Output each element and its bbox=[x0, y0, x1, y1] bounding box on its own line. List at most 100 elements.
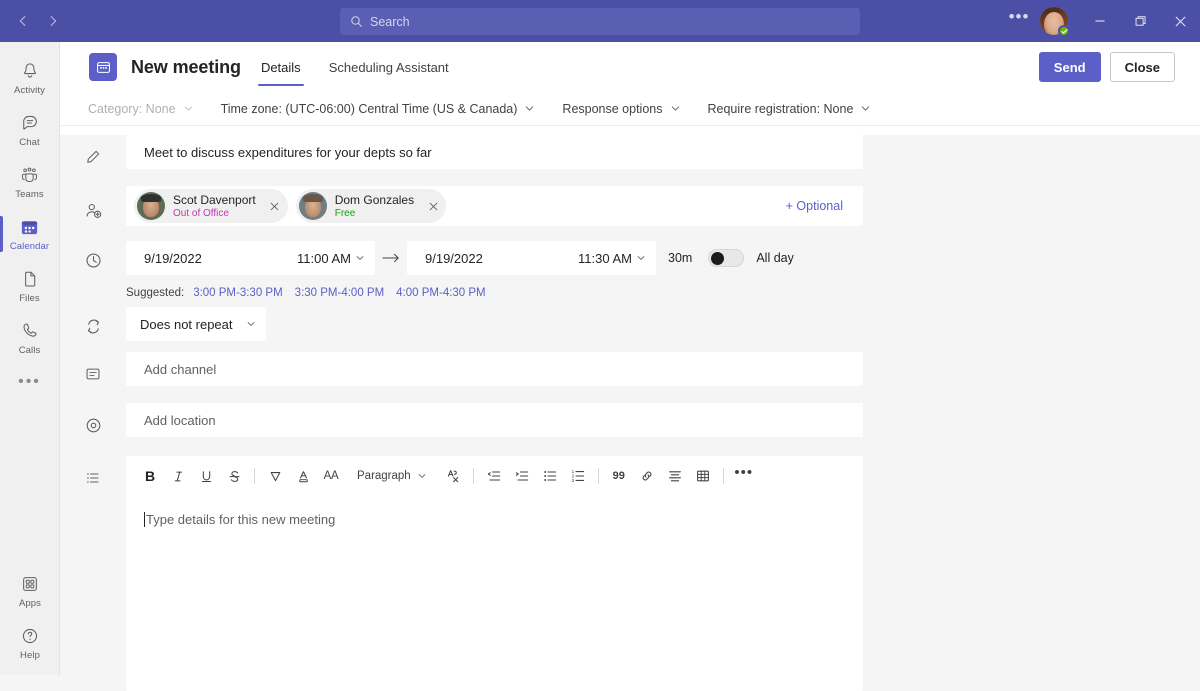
settings-more-icon[interactable]: ••• bbox=[1004, 6, 1034, 36]
sidebar-item-files[interactable]: Files bbox=[0, 260, 59, 312]
chevron-left-icon bbox=[19, 16, 26, 26]
send-button[interactable]: Send bbox=[1038, 52, 1101, 82]
start-date-input[interactable]: 9/19/2022 bbox=[126, 241, 283, 275]
sidebar-item-teams[interactable]: Teams bbox=[0, 156, 59, 208]
repeat-value: Does not repeat bbox=[140, 316, 233, 332]
datetime-controls: 9/19/2022 11:00 AM 9/19/2022 11:30 AM 30… bbox=[126, 241, 863, 275]
increase-indent-icon[interactable] bbox=[508, 462, 536, 490]
sidebar-label-calendar: Calendar bbox=[9, 241, 50, 252]
suggested-slot[interactable]: 4:00 PM-4:30 PM bbox=[396, 287, 485, 299]
align-icon[interactable] bbox=[661, 462, 689, 490]
divider bbox=[597, 468, 599, 484]
remove-attendee-icon[interactable] bbox=[266, 197, 284, 215]
strikethrough-icon[interactable] bbox=[220, 462, 248, 490]
quote-icon[interactable]: 99 bbox=[605, 462, 633, 490]
back-button[interactable] bbox=[8, 6, 38, 36]
channel-input[interactable]: Add channel bbox=[126, 352, 863, 386]
remove-attendee-icon[interactable] bbox=[424, 197, 442, 215]
minimize-icon bbox=[1095, 20, 1105, 22]
response-options-dropdown[interactable]: Response options bbox=[562, 102, 680, 116]
search-input[interactable]: Search bbox=[340, 8, 860, 35]
italic-icon[interactable] bbox=[164, 462, 192, 490]
meeting-header: New meeting Details Scheduling Assistant… bbox=[60, 42, 1200, 92]
sidebar-item-calls[interactable]: Calls bbox=[0, 312, 59, 364]
file-icon bbox=[20, 268, 40, 290]
font-size-icon[interactable]: AA bbox=[317, 462, 345, 490]
suggested-slot[interactable]: 3:00 PM-3:30 PM bbox=[193, 287, 282, 299]
divider bbox=[472, 468, 474, 484]
require-registration-dropdown[interactable]: Require registration: None bbox=[708, 102, 872, 116]
category-dropdown[interactable]: Category: None bbox=[88, 102, 194, 116]
chevron-down-icon bbox=[524, 103, 535, 114]
meeting-options-bar: Category: None Time zone: (UTC-06:00) Ce… bbox=[60, 92, 1200, 126]
sidebar-item-activity[interactable]: Activity bbox=[0, 52, 59, 104]
attendees-input[interactable]: Scot Davenport Out of Office Dom Gonzale… bbox=[126, 186, 863, 226]
numbered-list-icon[interactable]: 1 2 3 bbox=[564, 462, 592, 490]
restore-button[interactable] bbox=[1120, 0, 1160, 42]
attendee-chip[interactable]: Dom Gonzales Free bbox=[295, 189, 447, 223]
chat-icon bbox=[20, 112, 40, 134]
all-day-toggle[interactable] bbox=[708, 249, 745, 267]
title-bar-right-controls: ••• bbox=[1004, 0, 1200, 42]
suggested-slot[interactable]: 3:30 PM-4:00 PM bbox=[295, 287, 384, 299]
font-color-icon[interactable] bbox=[289, 462, 317, 490]
sidebar-item-help[interactable]: Help bbox=[0, 617, 60, 669]
paragraph-style-label: Paragraph bbox=[357, 470, 411, 482]
chevron-down-icon bbox=[417, 471, 427, 481]
location-input[interactable]: Add location bbox=[126, 403, 863, 437]
datetime-row: 9/19/2022 11:00 AM 9/19/2022 11:30 AM 30… bbox=[60, 241, 1200, 279]
attendee-text: Scot Davenport Out of Office bbox=[173, 193, 256, 220]
channel-icon bbox=[60, 352, 126, 396]
tab-details[interactable]: Details bbox=[257, 42, 304, 92]
arrow-right-icon bbox=[375, 241, 407, 275]
main-content: New meeting Details Scheduling Assistant… bbox=[60, 42, 1200, 691]
decrease-indent-icon[interactable] bbox=[480, 462, 508, 490]
category-label: Category: None bbox=[88, 101, 176, 116]
clear-formatting-icon[interactable] bbox=[439, 462, 467, 490]
duration-label: 30m bbox=[668, 251, 693, 265]
end-date-input[interactable]: 9/19/2022 bbox=[407, 241, 564, 275]
underline-icon[interactable] bbox=[192, 462, 220, 490]
highlight-icon[interactable] bbox=[261, 462, 289, 490]
require-registration-label: Require registration: None bbox=[707, 101, 854, 116]
close-button[interactable]: Close bbox=[1109, 52, 1175, 82]
repeat-dropdown[interactable]: Does not repeat bbox=[126, 307, 266, 341]
meeting-title-input[interactable]: Meet to discuss expenditures for your de… bbox=[126, 135, 863, 169]
tab-scheduling-assistant[interactable]: Scheduling Assistant bbox=[326, 42, 452, 92]
sidebar-item-apps[interactable]: Apps bbox=[0, 565, 60, 617]
minimize-button[interactable] bbox=[1080, 0, 1120, 42]
avatar[interactable] bbox=[1040, 7, 1070, 37]
bulleted-list-icon[interactable] bbox=[536, 462, 564, 490]
end-time-dropdown[interactable]: 11:30 AM bbox=[564, 241, 656, 275]
sidebar-item-calendar[interactable]: Calendar bbox=[0, 208, 59, 260]
chevron-down-icon bbox=[183, 103, 194, 114]
link-icon[interactable] bbox=[633, 462, 661, 490]
details-textarea[interactable]: Type details for this new meeting bbox=[126, 496, 863, 532]
close-window-button[interactable] bbox=[1160, 0, 1200, 42]
pencil-icon bbox=[60, 135, 126, 179]
add-optional-attendees-link[interactable]: + Optional bbox=[786, 199, 843, 213]
timezone-dropdown[interactable]: Time zone: (UTC-06:00) Central Time (US … bbox=[221, 102, 536, 116]
formatting-toolbar: B AA Paragraph 1 2 3 99 ••• bbox=[126, 456, 863, 496]
start-date-value: 9/19/2022 bbox=[144, 250, 202, 266]
add-person-icon bbox=[60, 186, 126, 234]
details-placeholder: Type details for this new meeting bbox=[146, 511, 336, 527]
bold-icon[interactable]: B bbox=[136, 462, 164, 490]
chevron-right-icon bbox=[50, 16, 57, 26]
attendee-chip[interactable]: Scot Davenport Out of Office bbox=[134, 189, 288, 223]
search-icon bbox=[350, 15, 363, 28]
table-icon[interactable] bbox=[689, 462, 717, 490]
divider bbox=[722, 468, 724, 484]
start-time-dropdown[interactable]: 11:00 AM bbox=[283, 241, 375, 275]
forward-button[interactable] bbox=[38, 6, 68, 36]
divider bbox=[254, 468, 255, 484]
attendee-name: Dom Gonzales bbox=[334, 192, 415, 207]
more-options-icon[interactable]: ••• bbox=[730, 462, 758, 490]
sidebar-label-teams: Teams bbox=[15, 189, 44, 200]
chevron-down-icon bbox=[246, 319, 256, 329]
page-title: New meeting bbox=[131, 56, 241, 77]
sidebar-item-chat[interactable]: Chat bbox=[0, 104, 59, 156]
sidebar-more-apps-icon[interactable]: ••• bbox=[0, 364, 59, 408]
paragraph-style-dropdown[interactable]: Paragraph bbox=[349, 463, 435, 489]
attendees-row: Scot Davenport Out of Office Dom Gonzale… bbox=[60, 186, 1200, 234]
